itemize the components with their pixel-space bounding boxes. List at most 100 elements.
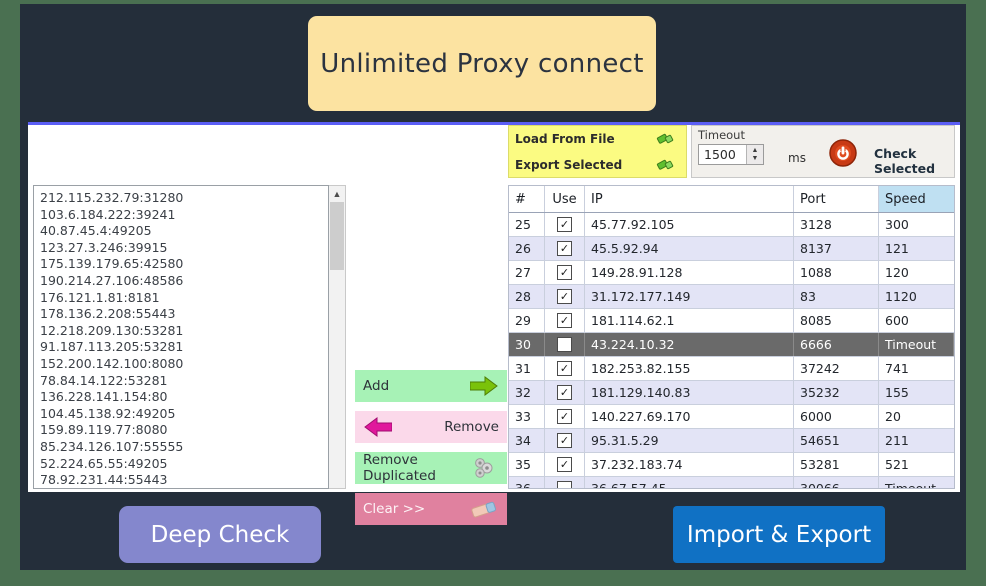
checkbox-checked-icon[interactable]: ✓ bbox=[557, 289, 572, 304]
cell-ip: 31.172.177.149 bbox=[585, 285, 794, 308]
cell-speed: 20 bbox=[879, 405, 954, 428]
table-row[interactable]: 27✓149.28.91.1281088120 bbox=[509, 261, 954, 285]
gears-icon bbox=[469, 456, 499, 480]
cell-port: 8085 bbox=[794, 309, 879, 332]
proxy-source-list[interactable]: 212.115.232.79:31280103.6.184.222:392414… bbox=[33, 185, 329, 489]
cell-use-checkbox[interactable]: ✓ bbox=[545, 453, 585, 476]
list-item[interactable]: 78.92.231.44:55443 bbox=[40, 472, 328, 489]
cell-use-checkbox[interactable]: ✓ bbox=[545, 429, 585, 452]
timeout-input[interactable]: 1500 bbox=[699, 145, 746, 164]
action-button-group: Add Remove Remove Duplicated bbox=[355, 370, 507, 534]
cell-use-checkbox[interactable]: ✓ bbox=[545, 261, 585, 284]
timeout-stepper[interactable]: 1500 ▲ ▼ bbox=[698, 144, 764, 165]
checkbox-checked-icon[interactable]: ✓ bbox=[557, 313, 572, 328]
list-item[interactable]: 52.224.65.55:49205 bbox=[40, 456, 328, 473]
cell-use-checkbox[interactable] bbox=[545, 333, 585, 356]
column-header-port[interactable]: Port bbox=[794, 186, 879, 212]
table-row[interactable]: 25✓45.77.92.1053128300 bbox=[509, 213, 954, 237]
load-from-file-button[interactable]: Load From File bbox=[509, 126, 686, 152]
list-item[interactable]: 212.115.232.79:31280 bbox=[40, 190, 328, 207]
remove-button[interactable]: Remove bbox=[355, 411, 507, 443]
list-item[interactable]: 176.121.1.81:8181 bbox=[40, 290, 328, 307]
remove-duplicated-button[interactable]: Remove Duplicated bbox=[355, 452, 507, 484]
table-row[interactable]: 33✓140.227.69.170600020 bbox=[509, 405, 954, 429]
table-row[interactable]: 31✓182.253.82.15537242741 bbox=[509, 357, 954, 381]
table-row[interactable]: 32✓181.129.140.8335232155 bbox=[509, 381, 954, 405]
checkbox-unchecked-icon[interactable] bbox=[557, 481, 572, 489]
checkbox-checked-icon[interactable]: ✓ bbox=[557, 241, 572, 256]
cell-port: 6666 bbox=[794, 333, 879, 356]
list-item[interactable]: 178.136.2.208:55443 bbox=[40, 306, 328, 323]
remove-duplicated-button-label: Remove Duplicated bbox=[363, 452, 469, 484]
list-item[interactable]: 12.218.209.130:53281 bbox=[40, 323, 328, 340]
checkbox-checked-icon[interactable]: ✓ bbox=[557, 361, 572, 376]
list-item[interactable]: 175.139.179.65:42580 bbox=[40, 256, 328, 273]
checkbox-unchecked-icon[interactable] bbox=[557, 337, 572, 352]
cell-use-checkbox[interactable]: ✓ bbox=[545, 381, 585, 404]
scrollbar-thumb[interactable] bbox=[330, 202, 344, 270]
table-row[interactable]: 26✓45.5.92.948137121 bbox=[509, 237, 954, 261]
list-item[interactable]: 152.200.142.100:8080 bbox=[40, 356, 328, 373]
table-row[interactable]: 3636.67.57.4530066Timeout bbox=[509, 477, 954, 489]
cell-number: 35 bbox=[509, 453, 545, 476]
proxy-list-scrollbar[interactable]: ▲ bbox=[329, 185, 346, 489]
column-header-speed[interactable]: Speed bbox=[879, 186, 954, 212]
checkbox-checked-icon[interactable]: ✓ bbox=[557, 433, 572, 448]
checkbox-checked-icon[interactable]: ✓ bbox=[557, 385, 572, 400]
deep-check-button[interactable]: Deep Check bbox=[119, 506, 321, 563]
column-header-ip[interactable]: IP bbox=[585, 186, 794, 212]
list-item[interactable]: 78.84.14.122:53281 bbox=[40, 373, 328, 390]
cell-speed: 120 bbox=[879, 261, 954, 284]
list-item[interactable]: 103.6.184.222:39241 bbox=[40, 207, 328, 224]
import-export-button[interactable]: Import & Export bbox=[673, 506, 885, 563]
timeout-unit-label: ms bbox=[788, 151, 806, 165]
list-item[interactable]: 85.234.126.107:55555 bbox=[40, 439, 328, 456]
cell-use-checkbox[interactable]: ✓ bbox=[545, 357, 585, 380]
checkbox-checked-icon[interactable]: ✓ bbox=[557, 217, 572, 232]
cell-number: 29 bbox=[509, 309, 545, 332]
cell-port: 6000 bbox=[794, 405, 879, 428]
list-item[interactable]: 190.214.27.106:48586 bbox=[40, 273, 328, 290]
chevron-up-icon[interactable]: ▲ bbox=[329, 186, 345, 202]
column-header-number[interactable]: # bbox=[509, 186, 545, 212]
cell-ip: 140.227.69.170 bbox=[585, 405, 794, 428]
checkbox-checked-icon[interactable]: ✓ bbox=[557, 265, 572, 280]
cell-speed: 600 bbox=[879, 309, 954, 332]
export-selected-label: Export Selected bbox=[515, 158, 650, 172]
cell-use-checkbox[interactable]: ✓ bbox=[545, 285, 585, 308]
table-row[interactable]: 29✓181.114.62.18085600 bbox=[509, 309, 954, 333]
cell-use-checkbox[interactable] bbox=[545, 477, 585, 489]
list-item[interactable]: 104.45.138.92:49205 bbox=[40, 406, 328, 423]
table-row[interactable]: 28✓31.172.177.149831120 bbox=[509, 285, 954, 309]
cell-port: 35232 bbox=[794, 381, 879, 404]
cell-ip: 45.5.92.94 bbox=[585, 237, 794, 260]
cell-port: 8137 bbox=[794, 237, 879, 260]
list-item[interactable]: 136.228.141.154:80 bbox=[40, 389, 328, 406]
cell-use-checkbox[interactable]: ✓ bbox=[545, 405, 585, 428]
cell-port: 54651 bbox=[794, 429, 879, 452]
stepper-down-icon[interactable]: ▼ bbox=[752, 155, 759, 163]
export-selected-button[interactable]: Export Selected bbox=[509, 152, 686, 178]
checkbox-checked-icon[interactable]: ✓ bbox=[557, 457, 572, 472]
cell-use-checkbox[interactable]: ✓ bbox=[545, 213, 585, 236]
table-row[interactable]: 3043.224.10.326666Timeout bbox=[509, 333, 954, 357]
app-root: Unlimited Proxy connect 212.115.232.79:3… bbox=[0, 0, 986, 586]
list-item[interactable]: 40.87.45.4:49205 bbox=[40, 223, 328, 240]
table-row[interactable]: 34✓95.31.5.2954651211 bbox=[509, 429, 954, 453]
red-stop-button-icon[interactable] bbox=[829, 139, 857, 172]
list-item[interactable]: 123.27.3.246:39915 bbox=[40, 240, 328, 257]
cell-use-checkbox[interactable]: ✓ bbox=[545, 309, 585, 332]
stepper-up-icon[interactable]: ▲ bbox=[752, 147, 759, 155]
table-row[interactable]: 35✓37.232.183.7453281521 bbox=[509, 453, 954, 477]
timeout-stepper-arrows[interactable]: ▲ ▼ bbox=[746, 145, 763, 164]
checkbox-checked-icon[interactable]: ✓ bbox=[557, 409, 572, 424]
add-button[interactable]: Add bbox=[355, 370, 507, 402]
proxy-results-grid[interactable]: # Use IP Port Speed 25✓45.77.92.10531283… bbox=[508, 185, 955, 489]
list-item[interactable]: 91.187.113.205:53281 bbox=[40, 339, 328, 356]
clear-button[interactable]: Clear >> bbox=[355, 493, 507, 525]
list-item[interactable]: 159.89.119.77:8080 bbox=[40, 422, 328, 439]
cell-port: 1088 bbox=[794, 261, 879, 284]
column-header-use[interactable]: Use bbox=[545, 186, 585, 212]
cell-speed: 741 bbox=[879, 357, 954, 380]
cell-use-checkbox[interactable]: ✓ bbox=[545, 237, 585, 260]
